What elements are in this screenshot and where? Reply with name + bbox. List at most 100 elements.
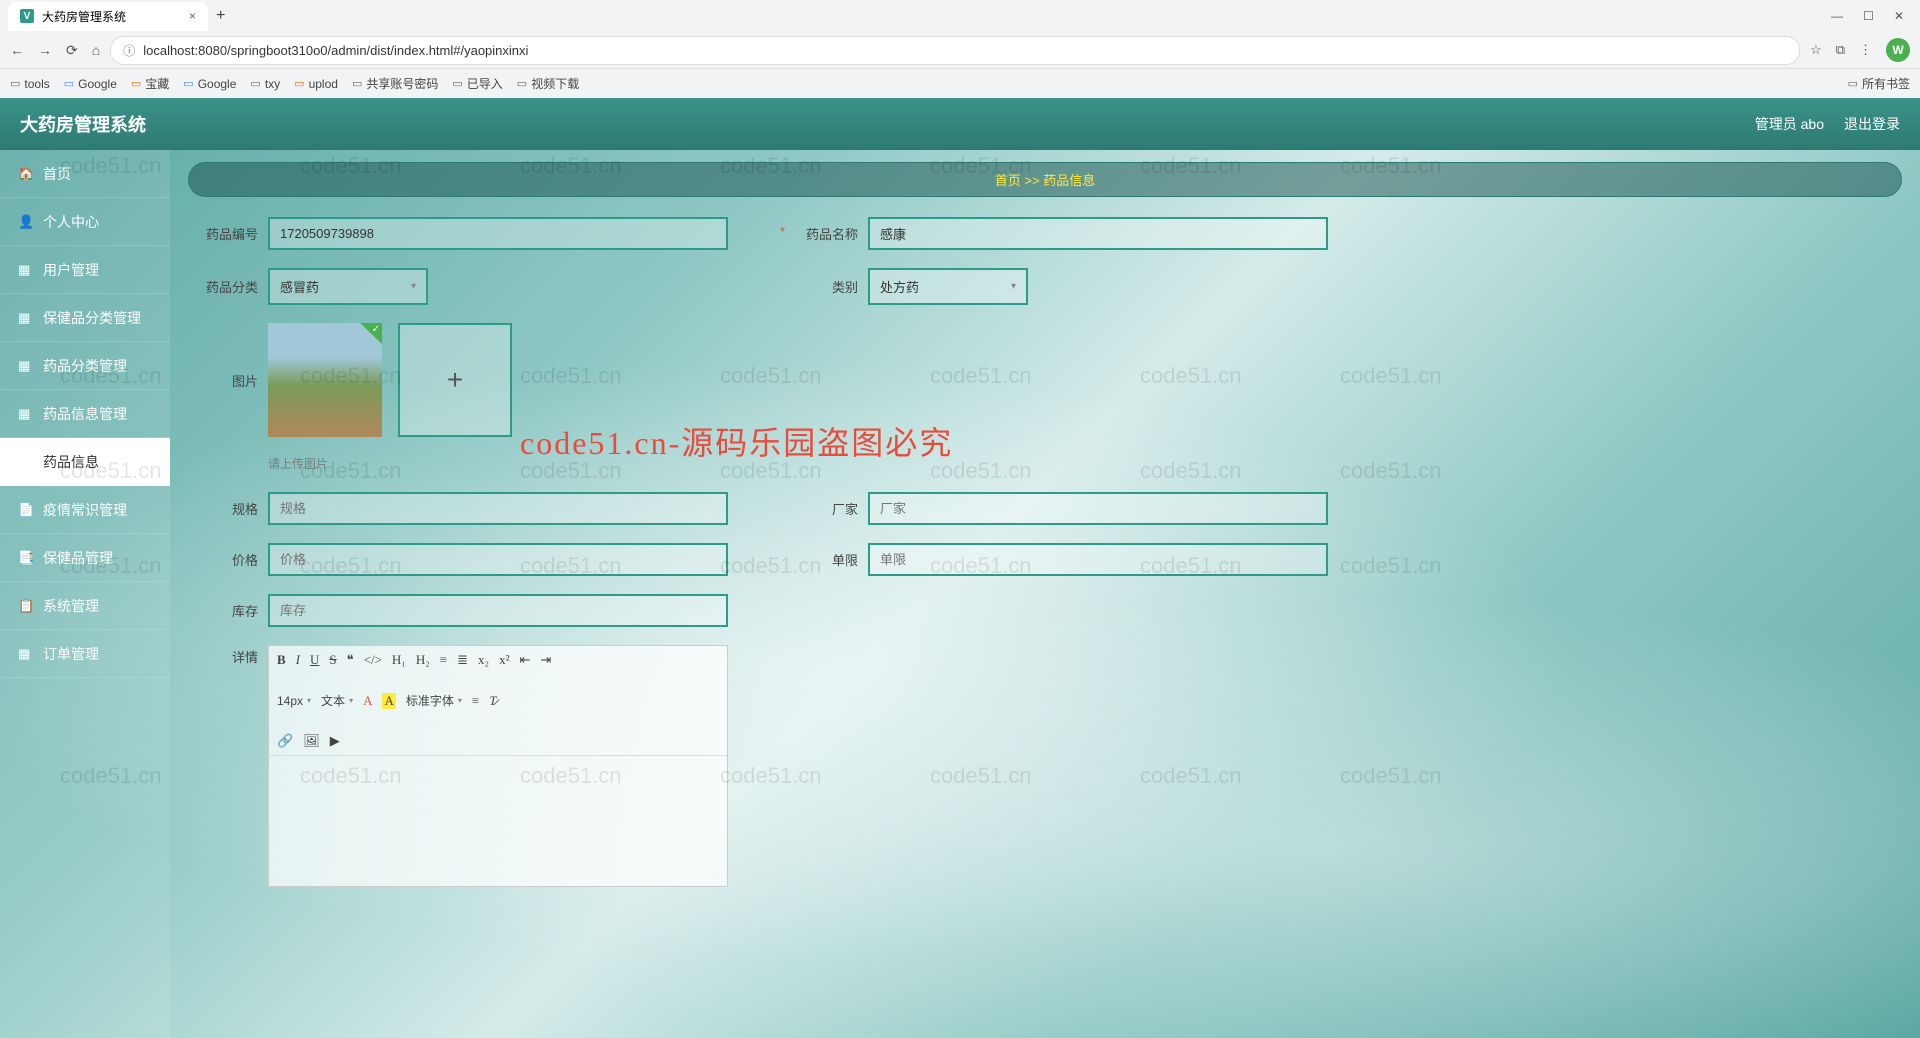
sidebar-label: 药品信息管理 bbox=[43, 404, 127, 424]
sidebar-icon: 📑 bbox=[18, 550, 33, 566]
unit-label: 单限 bbox=[788, 550, 858, 569]
home-icon[interactable]: ⌂ bbox=[92, 42, 100, 58]
type-label: 类别 bbox=[788, 277, 858, 296]
sidebar-label: 药品信息 bbox=[43, 452, 99, 472]
h1-icon[interactable]: H₁ bbox=[392, 652, 406, 668]
address-bar: ← → ⟳ ⌂ ⓘ localhost:8080/springboot310o0… bbox=[0, 32, 1920, 68]
menu-icon[interactable]: ⋮ bbox=[1859, 42, 1872, 58]
bookmark-item[interactable]: ▭ 共享账号密码 bbox=[352, 75, 438, 92]
subscript-icon[interactable]: x₂ bbox=[478, 652, 489, 668]
sidebar-item[interactable]: 📄疫情常识管理 bbox=[0, 486, 170, 534]
editor-body[interactable] bbox=[269, 756, 727, 886]
name-label: 药品名称 bbox=[788, 224, 858, 243]
sidebar-icon: ▦ bbox=[18, 406, 33, 422]
bookmark-item[interactable]: ▭ 已导入 bbox=[452, 75, 502, 92]
close-window-icon[interactable]: ✕ bbox=[1894, 9, 1904, 23]
bookmark-item[interactable]: ▭ tools bbox=[10, 77, 50, 91]
logout-button[interactable]: 退出登录 bbox=[1844, 114, 1900, 134]
site-info-icon[interactable]: ⓘ bbox=[123, 42, 135, 59]
reload-icon[interactable]: ⟳ bbox=[66, 42, 78, 59]
sidebar-icon: ▦ bbox=[18, 646, 33, 662]
stock-label: 库存 bbox=[188, 601, 258, 620]
indent-right-icon[interactable]: ⇥ bbox=[540, 652, 551, 668]
link-icon[interactable]: 🔗 bbox=[277, 733, 293, 749]
spec-input[interactable] bbox=[268, 492, 728, 525]
sidebar-item[interactable]: ▦ 药品信息管理 bbox=[0, 390, 170, 438]
strike-icon[interactable]: S bbox=[329, 652, 336, 668]
sidebar-item[interactable]: 🏠首页 bbox=[0, 150, 170, 198]
sidebar-item[interactable]: 👤个人中心 bbox=[0, 198, 170, 246]
bookmark-item[interactable]: ▭ Google bbox=[64, 77, 117, 91]
std-font-select[interactable]: 标准字体 ▾ bbox=[406, 692, 462, 709]
bookmark-item[interactable]: ▭ Google bbox=[183, 77, 236, 91]
maker-input[interactable] bbox=[868, 492, 1328, 525]
superscript-icon[interactable]: x² bbox=[499, 652, 509, 668]
back-icon[interactable]: ← bbox=[10, 42, 24, 58]
unordered-list-icon[interactable]: ≣ bbox=[457, 652, 468, 668]
video-icon[interactable]: ▶ bbox=[330, 733, 340, 749]
h2-icon[interactable]: H₂ bbox=[416, 652, 430, 668]
sidebar-item[interactable]: 药品信息 bbox=[0, 438, 170, 486]
minimize-icon[interactable]: — bbox=[1831, 9, 1843, 23]
font-color-icon[interactable]: A bbox=[363, 693, 372, 709]
clear-format-icon[interactable]: T̷ bbox=[489, 693, 496, 709]
sidebar-label: 保健品管理 bbox=[43, 548, 113, 568]
url-text: localhost:8080/springboot310o0/admin/dis… bbox=[143, 43, 528, 58]
ordered-list-icon[interactable]: ≡ bbox=[440, 652, 447, 668]
profile-avatar[interactable]: W bbox=[1886, 38, 1910, 62]
sidebar-item[interactable]: ▦ 订单管理 bbox=[0, 630, 170, 678]
bookmark-item[interactable]: ▭ 视频下载 bbox=[517, 75, 579, 92]
bookmark-item[interactable]: ▭ txy bbox=[250, 77, 280, 91]
underline-icon[interactable]: U bbox=[310, 652, 319, 668]
bookmark-item[interactable]: ▭ uplod bbox=[294, 77, 338, 91]
quote-icon[interactable]: ❝ bbox=[347, 652, 354, 668]
image-label: 图片 bbox=[188, 371, 258, 390]
class-select[interactable]: 感冒药 ▾ bbox=[268, 268, 428, 305]
stock-input[interactable] bbox=[268, 594, 728, 627]
tab-close-icon[interactable]: × bbox=[189, 9, 196, 23]
forward-icon[interactable]: → bbox=[38, 42, 52, 58]
url-input[interactable]: ⓘ localhost:8080/springboot310o0/admin/d… bbox=[110, 36, 1800, 65]
maximize-icon[interactable]: ☐ bbox=[1863, 9, 1874, 23]
sidebar-item[interactable]: ▦用户管理 bbox=[0, 246, 170, 294]
italic-icon[interactable]: I bbox=[296, 652, 300, 668]
extensions-icon[interactable]: ⧉ bbox=[1836, 42, 1845, 58]
sidebar-icon: ▦ bbox=[18, 358, 33, 374]
sidebar-item[interactable]: 📋系统管理 bbox=[0, 582, 170, 630]
rich-editor: B I U S ❝ </> H₁ H₂ ≡ ≣ x₂ x² ⇤ bbox=[268, 645, 728, 887]
sidebar-item[interactable]: 📑 保健品管理 bbox=[0, 534, 170, 582]
bookmark-star-icon[interactable]: ☆ bbox=[1810, 42, 1822, 58]
code-icon[interactable]: </> bbox=[364, 652, 382, 668]
uploaded-thumbnail[interactable] bbox=[268, 323, 382, 437]
highlight-icon[interactable]: A bbox=[382, 693, 395, 709]
sidebar-item[interactable]: ▦保健品分类管理 bbox=[0, 294, 170, 342]
browser-tab[interactable]: V 大药房管理系统 × bbox=[8, 2, 208, 31]
user-label[interactable]: 管理员 abo bbox=[1755, 114, 1824, 134]
bookmark-item[interactable]: ▭ 宝藏 bbox=[131, 75, 169, 92]
all-bookmarks[interactable]: ▭ 所有书签 bbox=[1848, 75, 1910, 92]
code-input[interactable] bbox=[268, 217, 728, 250]
breadcrumb-home[interactable]: 首页 bbox=[995, 173, 1021, 188]
name-input[interactable] bbox=[868, 217, 1328, 250]
font-size-select[interactable]: 14px ▾ bbox=[277, 694, 311, 708]
new-tab-button[interactable]: + bbox=[208, 3, 233, 29]
bold-icon[interactable]: B bbox=[277, 652, 286, 668]
text-select[interactable]: 文本 ▾ bbox=[321, 692, 353, 709]
breadcrumb-current: 药品信息 bbox=[1043, 173, 1095, 188]
chevron-down-icon: ▾ bbox=[1011, 281, 1016, 292]
upload-button[interactable]: + bbox=[398, 323, 512, 437]
breadcrumb: 首页 >> 药品信息 bbox=[188, 162, 1902, 197]
image-icon[interactable]: 🖼 bbox=[303, 733, 320, 749]
sidebar-item[interactable]: ▦药品分类管理 bbox=[0, 342, 170, 390]
unit-input[interactable] bbox=[868, 543, 1328, 576]
sidebar-label: 订单管理 bbox=[43, 644, 99, 664]
price-input[interactable] bbox=[268, 543, 728, 576]
app-logo: 大药房管理系统 bbox=[20, 111, 146, 137]
tab-title: 大药房管理系统 bbox=[42, 8, 126, 25]
sidebar: 🏠首页👤个人中心▦用户管理▦保健品分类管理▦药品分类管理▦药品信息管理药品信息📄… bbox=[0, 150, 170, 1038]
sidebar-label: 保健品分类管理 bbox=[43, 308, 141, 328]
indent-left-icon[interactable]: ⇤ bbox=[519, 652, 530, 668]
sidebar-label: 疫情常识管理 bbox=[43, 500, 127, 520]
type-select[interactable]: 处方药 ▾ bbox=[868, 268, 1028, 305]
align-icon[interactable]: ≡ bbox=[472, 693, 479, 709]
